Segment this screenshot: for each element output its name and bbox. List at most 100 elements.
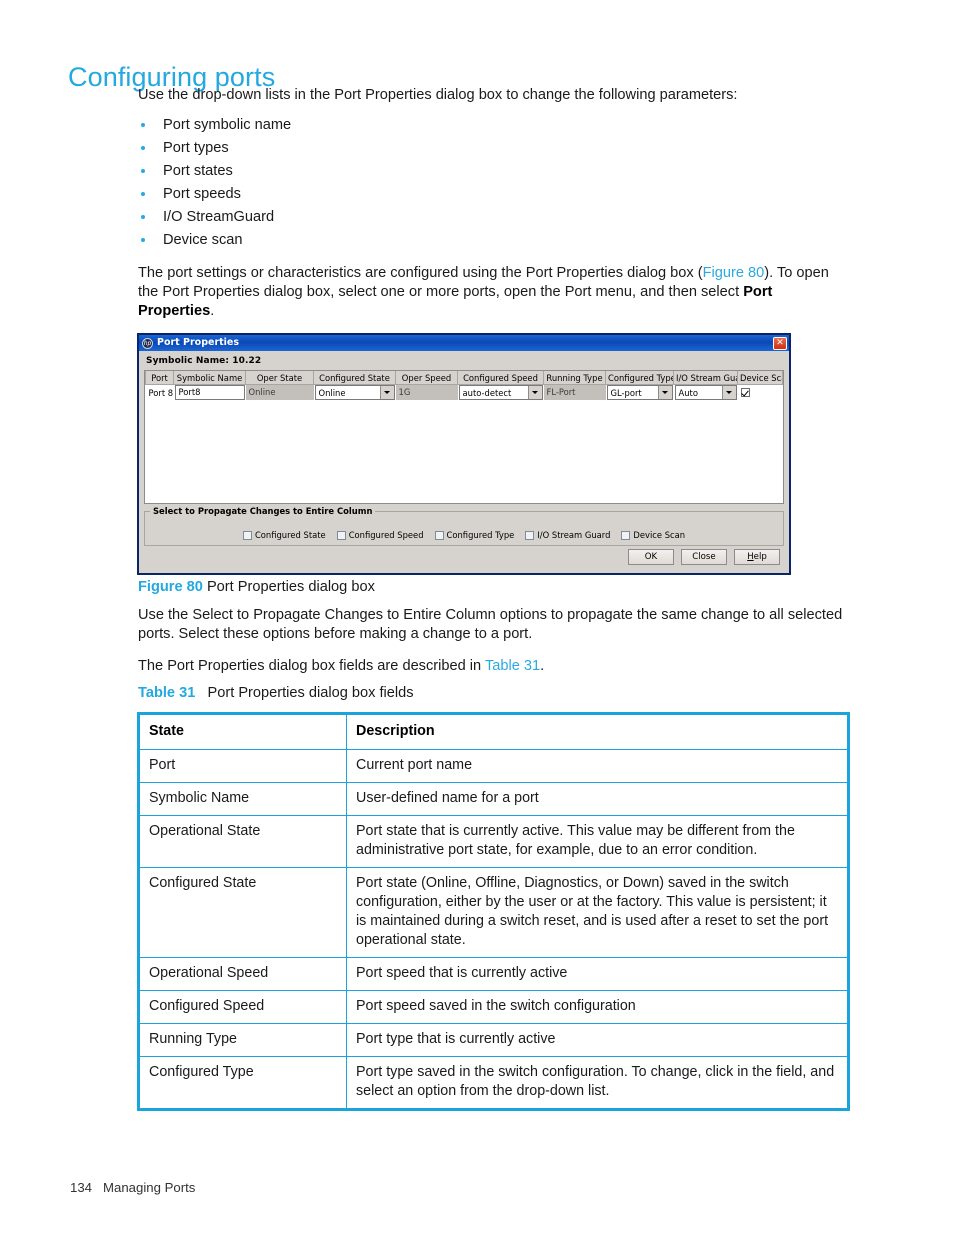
configured-state-select[interactable]: Online [314, 385, 395, 400]
ok-button[interactable]: OK [628, 549, 674, 565]
dialog-titlebar: Port Properties ✕ [139, 335, 789, 351]
col-header-port[interactable]: Port [145, 371, 174, 385]
propagate-option-label: Configured Speed [348, 530, 424, 540]
bullet-dot-icon [141, 123, 145, 127]
table-reference-paragraph: The Port Properties dialog box fields ar… [138, 657, 850, 676]
col-header-configured-speed[interactable]: Configured Speed [457, 371, 544, 385]
propagate-group: Select to Propagate Changes to Entire Co… [144, 506, 784, 546]
field-state: Symbolic Name [138, 782, 347, 816]
propagate-io-stream-guard[interactable]: I/O Stream Guard [525, 530, 610, 540]
configured-type-select[interactable]: GL-port [606, 385, 673, 400]
oper-speed-value: 1G [395, 385, 458, 400]
para-part-1: The Port Properties dialog box fields ar… [138, 658, 485, 674]
figure-reference-paragraph: The port settings or characteristics are… [138, 264, 850, 321]
propagate-option-label: I/O Stream Guard [537, 530, 611, 540]
cell-running-type: FL-Port [543, 385, 606, 400]
list-item: Port symbolic name [138, 114, 850, 137]
checkbox-icon[interactable] [242, 530, 252, 540]
field-state: Configured Type [138, 1056, 347, 1110]
configured-speed-select[interactable]: auto-detect [458, 385, 543, 400]
col-header-configured-state[interactable]: Configured State [313, 371, 396, 385]
symbolic-name-input[interactable]: Port8 [174, 385, 245, 400]
cell-io-stream-guard: Auto [674, 385, 738, 400]
figure-80-link[interactable]: Figure 80 [703, 265, 765, 281]
table-31-link[interactable]: Table 31 [485, 658, 540, 674]
chevron-down-icon[interactable] [657, 386, 672, 399]
page-number: 134 [70, 1180, 93, 1195]
para-part-1: The port settings or characteristics are… [138, 265, 703, 281]
col-header-io-stream-guard[interactable]: I/O Stream Guard [673, 371, 738, 385]
field-state: Configured Speed [138, 990, 347, 1024]
col-header-oper-speed[interactable]: Oper Speed [395, 371, 458, 385]
io-stream-guard-value: Auto [678, 387, 698, 398]
field-description: Port speed that is currently active [346, 957, 849, 991]
port-grid-table: Port Symbolic Name Oper State Configured… [145, 371, 783, 400]
propagate-configured-state[interactable]: Configured State [242, 530, 326, 540]
bullet-dot-icon [141, 146, 145, 150]
cell-configured-type: GL-port [606, 385, 674, 400]
list-item-label: I/O StreamGuard [163, 209, 275, 225]
bullet-dot-icon [141, 192, 145, 196]
para-part-3: . [210, 303, 215, 319]
propagate-paragraph: Use the Select to Propagate Changes to E… [138, 607, 843, 642]
port-grid: Port Symbolic Name Oper State Configured… [144, 370, 784, 504]
field-description: Port speed saved in the switch configura… [346, 990, 849, 1024]
page-footer: 134 Managing Ports [70, 1180, 195, 1195]
propagate-configured-type[interactable]: Configured Type [434, 530, 514, 540]
col-header-device-scan[interactable]: Device Scan [737, 371, 783, 385]
oper-state-value: Online [245, 385, 314, 400]
field-description: User-defined name for a port [346, 782, 849, 816]
field-state: Operational Speed [138, 957, 347, 991]
device-scan-checkbox[interactable] [740, 388, 750, 397]
footer-section-label: Managing Ports [103, 1180, 196, 1195]
close-icon[interactable]: ✕ [773, 336, 787, 350]
table-caption: Table 31 Port Properties dialog box fiel… [138, 685, 414, 701]
table-row: Port Current port name [138, 749, 849, 783]
list-item: I/O StreamGuard [138, 206, 850, 229]
field-description: Port type saved in the switch configurat… [346, 1056, 849, 1110]
table-row: Port 8 Port8 Online Online 1G auto-detec… [146, 385, 783, 400]
parameters-list: Port symbolic name Port types Port state… [138, 114, 850, 252]
checkbox-icon[interactable] [525, 530, 535, 540]
chevron-down-icon[interactable] [721, 386, 736, 399]
dialog-title: Port Properties [157, 337, 240, 348]
table-row: Configured Type Port type saved in the sw… [138, 1056, 849, 1110]
list-item: Port states [138, 160, 850, 183]
io-stream-guard-select[interactable]: Auto [674, 385, 737, 400]
bullet-dot-icon [141, 238, 145, 242]
field-state: Port [138, 749, 347, 783]
hp-logo-icon [142, 337, 153, 349]
chevron-down-icon[interactable] [379, 386, 394, 399]
para-part-2: . [540, 658, 545, 674]
propagate-option-label: Device Scan [633, 530, 686, 540]
port-value: Port 8 [148, 387, 174, 398]
list-item-label: Port types [163, 140, 229, 156]
list-item-label: Device scan [163, 232, 243, 248]
list-item-label: Port states [163, 163, 233, 179]
port-properties-dialog: Port Properties ✕ Symbolic Name: 10.22 P… [137, 333, 791, 575]
propagate-configured-speed[interactable]: Configured Speed [336, 530, 424, 540]
propagate-legend: Select to Propagate Changes to Entire Co… [150, 506, 376, 516]
table-row: Operational Speed Port speed that is curr… [138, 957, 849, 991]
table-row: Symbolic Name User-defined name for a por… [138, 782, 849, 816]
configured-type-value: GL-port [610, 387, 642, 398]
col-header-running-type[interactable]: Running Type [543, 371, 606, 385]
intro-section: Use the drop-down lists in the Port Prop… [138, 86, 850, 334]
col-header-symbolic-name[interactable]: Symbolic Name [173, 371, 246, 385]
propagate-device-scan[interactable]: Device Scan [621, 530, 685, 540]
field-description: Port state that is currently active. Thi… [346, 815, 849, 868]
close-button[interactable]: Close [681, 549, 727, 565]
symbolic-name-label: Symbolic Name: 10.22 [146, 356, 262, 366]
checkbox-icon[interactable] [621, 530, 631, 540]
col-header-oper-state[interactable]: Oper State [245, 371, 314, 385]
col-header-configured-type[interactable]: Configured Type [605, 371, 674, 385]
cell-configured-state: Online [314, 385, 396, 400]
checkbox-icon[interactable] [336, 530, 346, 540]
cell-configured-speed: auto-detect [458, 385, 544, 400]
figure-caption-label: Figure 80 [138, 579, 203, 595]
field-description: Current port name [346, 749, 849, 783]
table-row: Configured Speed Port speed saved in the … [138, 990, 849, 1024]
help-button[interactable]: Help [734, 549, 780, 565]
chevron-down-icon[interactable] [527, 386, 542, 399]
checkbox-icon[interactable] [434, 530, 444, 540]
